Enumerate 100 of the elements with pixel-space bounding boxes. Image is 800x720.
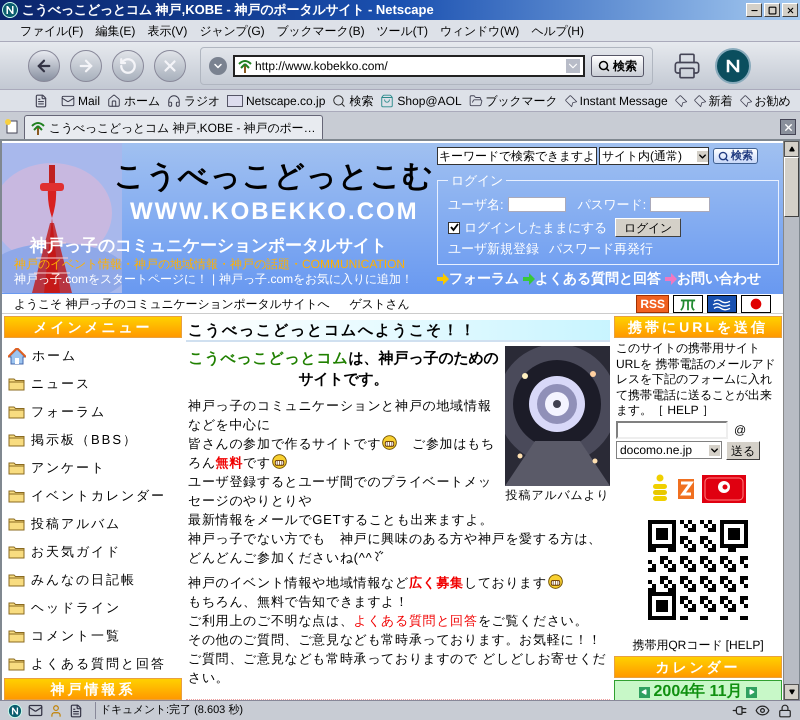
menu-item[interactable]: 表示(V) <box>141 22 194 40</box>
composer-icon[interactable] <box>69 704 83 718</box>
toolbar-bookmark[interactable]: Netscape.co.jp <box>227 92 326 110</box>
username-field[interactable] <box>508 196 566 212</box>
body-text: その他のご質問、ご意見なども常時承っております。お気軽に！！ <box>188 631 603 649</box>
menu-item[interactable]: ブックマーク(B) <box>270 22 371 40</box>
flag-badge-icon[interactable] <box>741 294 771 312</box>
carrier-select[interactable]: docomo.ne.jp <box>616 441 722 459</box>
menu-item[interactable]: 編集(E) <box>89 22 142 40</box>
help-link[interactable]: ［ HELP ］ <box>652 403 714 417</box>
faq-link[interactable]: よくある質問と回答 <box>354 613 478 628</box>
password-label: パスワード: <box>578 196 646 214</box>
main-menu-header: メインメニュー <box>4 316 182 338</box>
scroll-up-button[interactable] <box>784 141 799 157</box>
main-menu-item[interactable]: ホーム <box>32 346 77 366</box>
main-menu-item[interactable]: イベントカレンダー <box>31 486 166 506</box>
scroll-down-button[interactable] <box>784 684 799 700</box>
main-menu-item[interactable]: みんなの日記帳 <box>31 570 136 590</box>
forward-arrow-icon <box>77 56 95 74</box>
at-sign: @ <box>734 422 746 438</box>
folder-icon <box>8 489 25 503</box>
toolbar-bookmark[interactable] <box>674 94 687 106</box>
menu-item[interactable]: ウィンドウ(W) <box>434 22 526 40</box>
toolbar-bookmark[interactable]: ホーム <box>107 92 160 110</box>
username-label: ユーザ名: <box>448 196 504 214</box>
scope-select[interactable]: サイト内(通常) <box>599 147 709 165</box>
smiley-icon <box>548 574 563 589</box>
previous-month-button[interactable] <box>638 686 650 698</box>
kobe-info-header: 神戸情報系 <box>4 678 182 700</box>
scratch-mark-icon <box>372 550 384 563</box>
main-menu-item[interactable]: よくある質問と回答 <box>31 654 166 674</box>
forward-button[interactable] <box>70 50 102 82</box>
toolbar-bookmark[interactable]: Shop@AOL <box>380 92 462 110</box>
new-tab-icon[interactable] <box>4 118 20 134</box>
maximize-icon <box>768 6 776 14</box>
main-menu-item[interactable]: フォーラム <box>31 402 106 422</box>
search-icon <box>332 94 346 108</box>
calendar-header: カレンダー <box>614 656 782 678</box>
login-legend: ログイン <box>448 171 506 190</box>
search-button[interactable]: 検索 <box>591 54 644 76</box>
folder-icon <box>8 433 25 447</box>
scrollbar-thumb[interactable] <box>784 157 799 217</box>
netscape-logo-icon <box>8 704 22 718</box>
send-button[interactable]: 送る <box>726 440 760 460</box>
site-search-button[interactable]: 検索 <box>713 148 758 164</box>
history-dropdown-button[interactable] <box>209 56 227 74</box>
eye-icon <box>755 703 770 718</box>
stop-button[interactable] <box>154 50 186 82</box>
printer-icon[interactable] <box>673 52 701 80</box>
site-logo: こうべっこどっとこむ <box>114 159 435 195</box>
sidebar-toggle-icon[interactable] <box>34 94 48 108</box>
welcome-heading: こうべっこどっとコムへようこそ！！ <box>186 320 610 342</box>
minimize-button[interactable] <box>746 3 762 17</box>
main-menu-item[interactable]: ニュース <box>31 374 91 394</box>
close-button[interactable] <box>782 3 798 17</box>
mobile-address-field[interactable] <box>616 420 728 438</box>
close-tab-button[interactable] <box>780 119 796 135</box>
main-menu-item[interactable]: お天気ガイド <box>31 542 121 562</box>
reload-button[interactable] <box>112 50 144 82</box>
smiley-icon <box>272 454 287 469</box>
menu-item[interactable]: ファイル(F) <box>14 22 90 40</box>
password-field[interactable] <box>650 196 710 212</box>
menu-item[interactable]: ジャンプ(G) <box>193 22 271 40</box>
main-menu-item[interactable]: 掲示板（BBS） <box>31 430 138 450</box>
remember-checkbox[interactable] <box>448 222 460 234</box>
folder-icon <box>8 545 25 559</box>
menu-item[interactable]: ツール(T) <box>370 22 434 40</box>
toolbar-bookmark[interactable]: Mail <box>61 92 100 110</box>
toolbar-bookmark[interactable]: ラジオ <box>167 92 220 110</box>
site-search-field[interactable]: キーワードで検索できますよ <box>437 147 597 165</box>
toolbar-bookmark[interactable]: Instant Message <box>564 92 668 110</box>
plug-icon <box>732 703 747 718</box>
main-menu-item[interactable]: ヘッドライン <box>31 598 121 618</box>
toolbar-bookmark[interactable]: 検索 <box>332 92 374 110</box>
toolbar-bookmark[interactable]: お勧め <box>740 92 791 110</box>
shopping-bag-icon <box>380 94 394 108</box>
symbol-badge-icon[interactable] <box>673 294 703 312</box>
netscape-logo-icon <box>2 2 18 18</box>
wave-badge-icon[interactable] <box>707 294 737 312</box>
url-field[interactable]: http://www.kobekko.com/ <box>233 54 585 76</box>
main-menu-item[interactable]: アンケート <box>31 458 106 478</box>
remember-label: ログインしたままにする <box>464 219 607 237</box>
my-icon <box>227 94 244 106</box>
mail-icon[interactable] <box>28 703 43 718</box>
maximize-button[interactable] <box>764 3 780 17</box>
right-triangle-icon <box>748 689 755 695</box>
next-month-button[interactable] <box>746 686 758 698</box>
back-button[interactable] <box>28 50 60 82</box>
toolbar-bookmark[interactable]: ブックマーク <box>468 92 558 110</box>
netscape-throbber-icon[interactable] <box>715 48 751 84</box>
photo-caption: 投稿アルバムより <box>506 487 610 504</box>
vertical-scrollbar[interactable] <box>783 141 799 700</box>
toolbar-bookmark[interactable]: 新着 <box>694 92 733 110</box>
chevron-down-icon <box>709 444 720 456</box>
login-button[interactable]: ログイン <box>615 218 681 238</box>
carrier-logo-icon <box>702 474 746 502</box>
menu-item[interactable]: ヘルプ(H) <box>525 22 590 40</box>
main-menu-item[interactable]: コメント一覧 <box>31 626 121 646</box>
main-menu-item[interactable]: 投稿アルバム <box>31 514 121 534</box>
browser-tab[interactable]: こうべっこどっとコム 神戸,KOBE - 神戸のポー… <box>24 115 323 139</box>
